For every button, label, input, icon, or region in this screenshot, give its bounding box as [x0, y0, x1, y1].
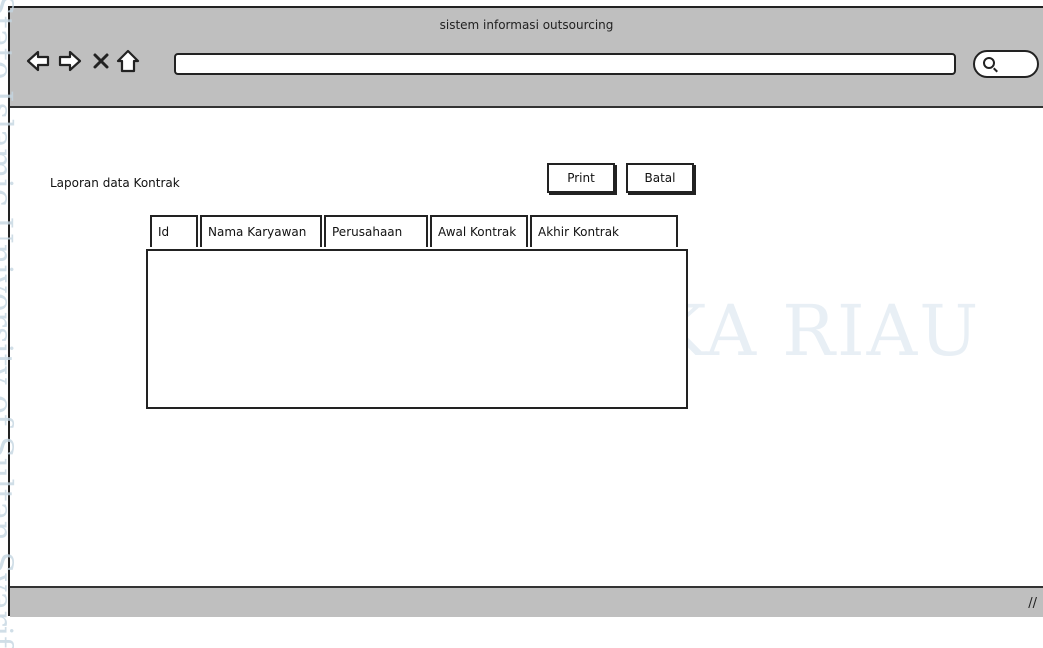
window-title: sistem informasi outsourcing [439, 18, 614, 32]
arrow-right-icon [58, 50, 82, 72]
table-body [146, 249, 688, 409]
column-header-perusahaan[interactable]: Perusahaan [324, 215, 428, 247]
back-button[interactable] [24, 48, 52, 74]
status-bar: // [10, 586, 1043, 617]
address-bar[interactable] [174, 53, 956, 75]
cancel-button[interactable]: Batal [626, 163, 694, 193]
report-title: Laporan data Kontrak [50, 176, 180, 190]
forward-button[interactable] [56, 48, 84, 74]
x-icon [93, 53, 109, 69]
home-icon [116, 49, 140, 73]
column-header-akhir-kontrak[interactable]: Akhir Kontrak [530, 215, 678, 247]
stop-button[interactable] [90, 48, 112, 74]
print-button[interactable]: Print [547, 163, 615, 193]
arrow-left-icon [26, 50, 50, 72]
resize-grip-icon[interactable]: // [1028, 596, 1037, 611]
home-button[interactable] [114, 48, 142, 74]
column-header-id[interactable]: Id [150, 215, 198, 247]
column-header-nama-karyawan[interactable]: Nama Karyawan [200, 215, 322, 247]
search-icon [983, 57, 995, 69]
column-header-awal-kontrak[interactable]: Awal Kontrak [430, 215, 528, 247]
search-button[interactable] [973, 50, 1039, 78]
